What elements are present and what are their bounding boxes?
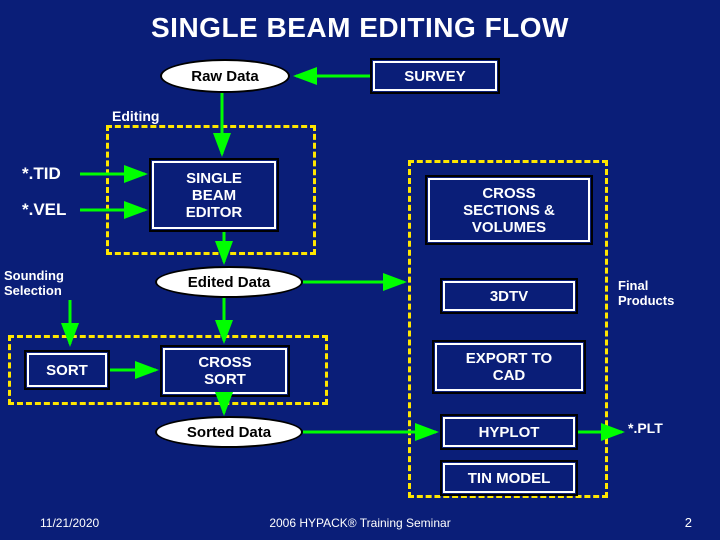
edited-data-oval: Edited Data (155, 266, 303, 298)
tid-label: *.TID (22, 164, 61, 184)
survey-box: SURVEY (370, 58, 500, 94)
export-cad-box: EXPORT TO CAD (432, 340, 586, 394)
single-beam-editor-box: SINGLE BEAM EDITOR (149, 158, 279, 232)
editing-label: Editing (112, 108, 159, 124)
sorted-data-oval: Sorted Data (155, 416, 303, 448)
vel-label: *.VEL (22, 200, 66, 220)
sounding-selection-label: Sounding Selection (4, 268, 64, 298)
cross-sections-box: CROSS SECTIONS & VOLUMES (425, 175, 593, 245)
cross-sort-box: CROSS SORT (160, 345, 290, 397)
raw-data-oval: Raw Data (160, 59, 290, 93)
footer-page: 2 (685, 515, 692, 530)
hyplot-box: HYPLOT (440, 414, 578, 450)
final-products-label: Final Products (618, 278, 674, 308)
sort-box: SORT (24, 350, 110, 390)
tin-model-box: TIN MODEL (440, 460, 578, 496)
flow-arrows (0, 0, 720, 540)
page-title: SINGLE BEAM EDITING FLOW (0, 0, 720, 44)
tdv-box: 3DTV (440, 278, 578, 314)
footer-center: 2006 HYPACK® Training Seminar (0, 516, 720, 530)
plt-label: *.PLT (628, 420, 663, 436)
